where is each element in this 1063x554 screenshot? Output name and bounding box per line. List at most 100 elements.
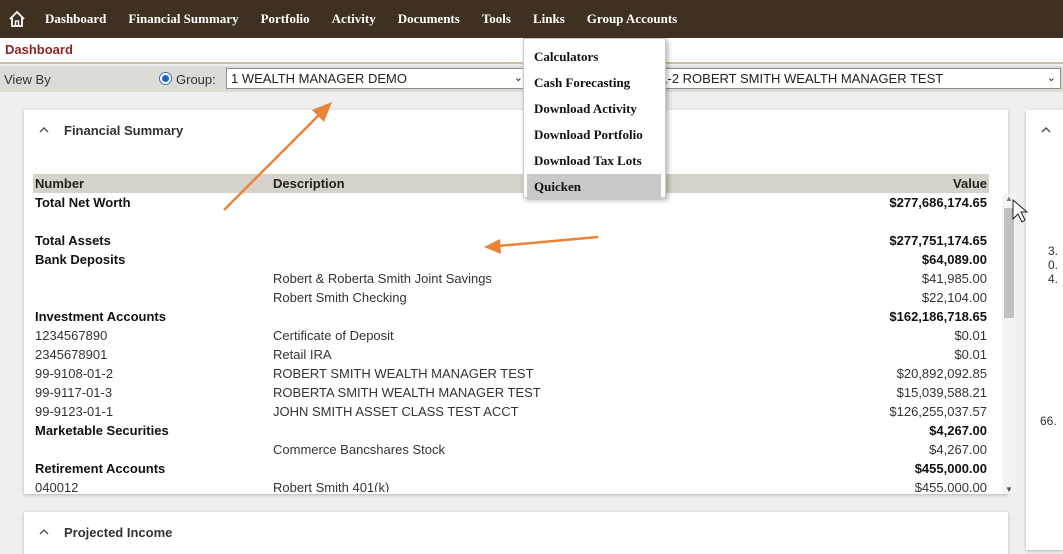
group-select[interactable]: 1 WEALTH MANAGER DEMO ⌄ [226, 68, 528, 89]
cell-value: $4,267.00 [929, 423, 987, 438]
menu-item-calculators[interactable]: Calculators [527, 44, 661, 70]
cell-number [33, 269, 271, 288]
cell-description: ROBERT SMITH WEALTH MANAGER TEST [273, 366, 534, 381]
cell-number: Investment Accounts [35, 309, 166, 324]
financial-summary-table: Number Description Value Total Net Worth… [33, 174, 989, 492]
cell-number [33, 288, 271, 307]
cell-description [271, 421, 821, 440]
scrollbar-thumb[interactable] [1004, 208, 1014, 318]
table-row: Retirement Accounts $455,000.00 [33, 459, 989, 478]
cell-description: ROBERTA SMITH WEALTH MANAGER TEST [273, 385, 541, 400]
financial-summary-card: Financial Summary Number Description Val… [24, 110, 1016, 494]
cell-value: $0.01 [954, 328, 987, 343]
cell-description: Robert Smith Checking [273, 290, 407, 305]
cell-value: $455,000.00 [914, 480, 987, 492]
nav-tools[interactable]: Tools [471, 0, 522, 38]
nav-financial-summary[interactable]: Financial Summary [117, 0, 249, 38]
cell-description: JOHN SMITH ASSET CLASS TEST ACCT [273, 404, 519, 419]
table-row: 99-9117-01-3 ROBERTA SMITH WEALTH MANAGER… [33, 383, 989, 402]
table-row: Robert & Roberta Smith Joint Savings $41,… [33, 269, 989, 288]
cell-description [271, 250, 821, 269]
table-row: Investment Accounts $162,186,718.65 [33, 307, 989, 326]
cell-description [271, 307, 821, 326]
card-title: Projected Income [64, 524, 173, 540]
view-by-label: View By [4, 72, 51, 87]
cell-description: Robert & Roberta Smith Joint Savings [273, 271, 492, 286]
cell-number: Total Net Worth [35, 195, 131, 210]
cell-value [821, 212, 989, 231]
group-label: Group: [176, 72, 216, 87]
right-side-card: 3. 0. 4. 66. [1026, 110, 1063, 550]
collapse-caret-icon[interactable] [1040, 124, 1052, 136]
nav-dashboard[interactable]: Dashboard [34, 0, 117, 38]
right-panel-value: 0. [1048, 258, 1059, 272]
menu-item-download-portfolio[interactable]: Download Portfolio [527, 122, 661, 148]
tools-dropdown-menu: Calculators Cash Forecasting Download Ac… [523, 38, 666, 200]
table-row: Total Assets $277,751,174.65 [33, 231, 989, 250]
group-radio[interactable] [159, 72, 172, 85]
home-icon[interactable] [0, 0, 34, 38]
table-scrollbar[interactable]: ▲ ▼ [1002, 194, 1016, 494]
column-header-value[interactable]: Value [821, 174, 989, 193]
menu-item-download-tax-lots[interactable]: Download Tax Lots [527, 148, 661, 174]
collapse-caret-icon[interactable] [38, 526, 50, 538]
projected-income-card: Projected Income [24, 512, 1008, 554]
cell-number: Retirement Accounts [35, 461, 166, 476]
nav-documents[interactable]: Documents [387, 0, 471, 38]
cell-value: $277,686,174.65 [889, 195, 987, 210]
table-row: 1234567890 Certificate of Deposit $0.01 [33, 326, 989, 345]
cell-value: $455,000.00 [914, 461, 987, 476]
cell-value: $22,104.00 [921, 290, 987, 305]
cell-number [33, 212, 271, 231]
right-panel-value: 4. [1048, 272, 1059, 286]
financial-summary-table-wrap[interactable]: Number Description Value Total Net Worth… [33, 174, 1005, 492]
cell-number [33, 440, 271, 459]
cell-description: Robert Smith 401(k) [273, 480, 390, 492]
menu-item-quicken[interactable]: Quicken [527, 174, 661, 200]
cell-number: 99-9117-01-3 [35, 385, 113, 400]
table-row: Commerce Bancshares Stock $4,267.00 [33, 440, 989, 459]
cell-number: 99-9123-01-1 [35, 404, 114, 419]
right-panel-value: 66. [1040, 414, 1057, 428]
cell-description: Commerce Bancshares Stock [273, 442, 445, 457]
cell-description [271, 459, 821, 478]
scroll-down-icon[interactable]: ▼ [1005, 485, 1013, 494]
card-title: Financial Summary [64, 122, 184, 138]
financial-summary-header[interactable]: Financial Summary [38, 110, 183, 150]
cell-value: $20,892,092.85 [896, 366, 987, 381]
cell-number: Bank Deposits [35, 252, 126, 267]
cell-description [271, 231, 821, 250]
nav-activity[interactable]: Activity [321, 0, 387, 38]
collapse-caret-icon[interactable] [38, 124, 50, 136]
cell-number: 1234567890 [35, 328, 108, 343]
cell-number: Marketable Securities [35, 423, 169, 438]
column-header-number[interactable]: Number [33, 174, 271, 193]
right-panel-value: 3. [1048, 244, 1059, 258]
group-select-value: 1 WEALTH MANAGER DEMO [231, 71, 408, 86]
chevron-down-icon: ⌄ [1046, 72, 1056, 84]
cell-description: Retail IRA [273, 347, 332, 362]
table-row: Marketable Securities $4,267.00 [33, 421, 989, 440]
cell-value: $0.01 [954, 347, 987, 362]
projected-income-header[interactable]: Projected Income [38, 512, 172, 552]
scroll-up-icon[interactable]: ▲ [1005, 194, 1013, 203]
cell-number: 040012 [35, 480, 79, 492]
nav-portfolio[interactable]: Portfolio [250, 0, 321, 38]
cell-value: $15,039,588.21 [896, 385, 987, 400]
cell-number: Total Assets [35, 233, 111, 248]
cell-value: $4,267.00 [929, 442, 987, 457]
table-row: Bank Deposits $64,089.00 [33, 250, 989, 269]
cell-value: $126,255,037.57 [889, 404, 987, 419]
cell-description: Certificate of Deposit [273, 328, 394, 343]
menu-item-cash-forecasting[interactable]: Cash Forecasting [527, 70, 661, 96]
top-nav: Dashboard Financial Summary Portfolio Ac… [0, 0, 1063, 38]
cell-value: $64,089.00 [921, 252, 987, 267]
table-row: Robert Smith Checking $22,104.00 [33, 288, 989, 307]
menu-item-download-activity[interactable]: Download Activity [527, 96, 661, 122]
chevron-down-icon: ⌄ [513, 72, 523, 84]
nav-links[interactable]: Links [522, 0, 576, 38]
account-select[interactable]: 99-9108-01-2 ROBERT SMITH WEALTH MANAGER… [600, 68, 1061, 89]
cell-value: $277,751,174.65 [889, 233, 987, 248]
nav-group-accounts[interactable]: Group Accounts [576, 0, 688, 38]
table-row: Total Net Worth $277,686,174.65 [33, 193, 989, 212]
